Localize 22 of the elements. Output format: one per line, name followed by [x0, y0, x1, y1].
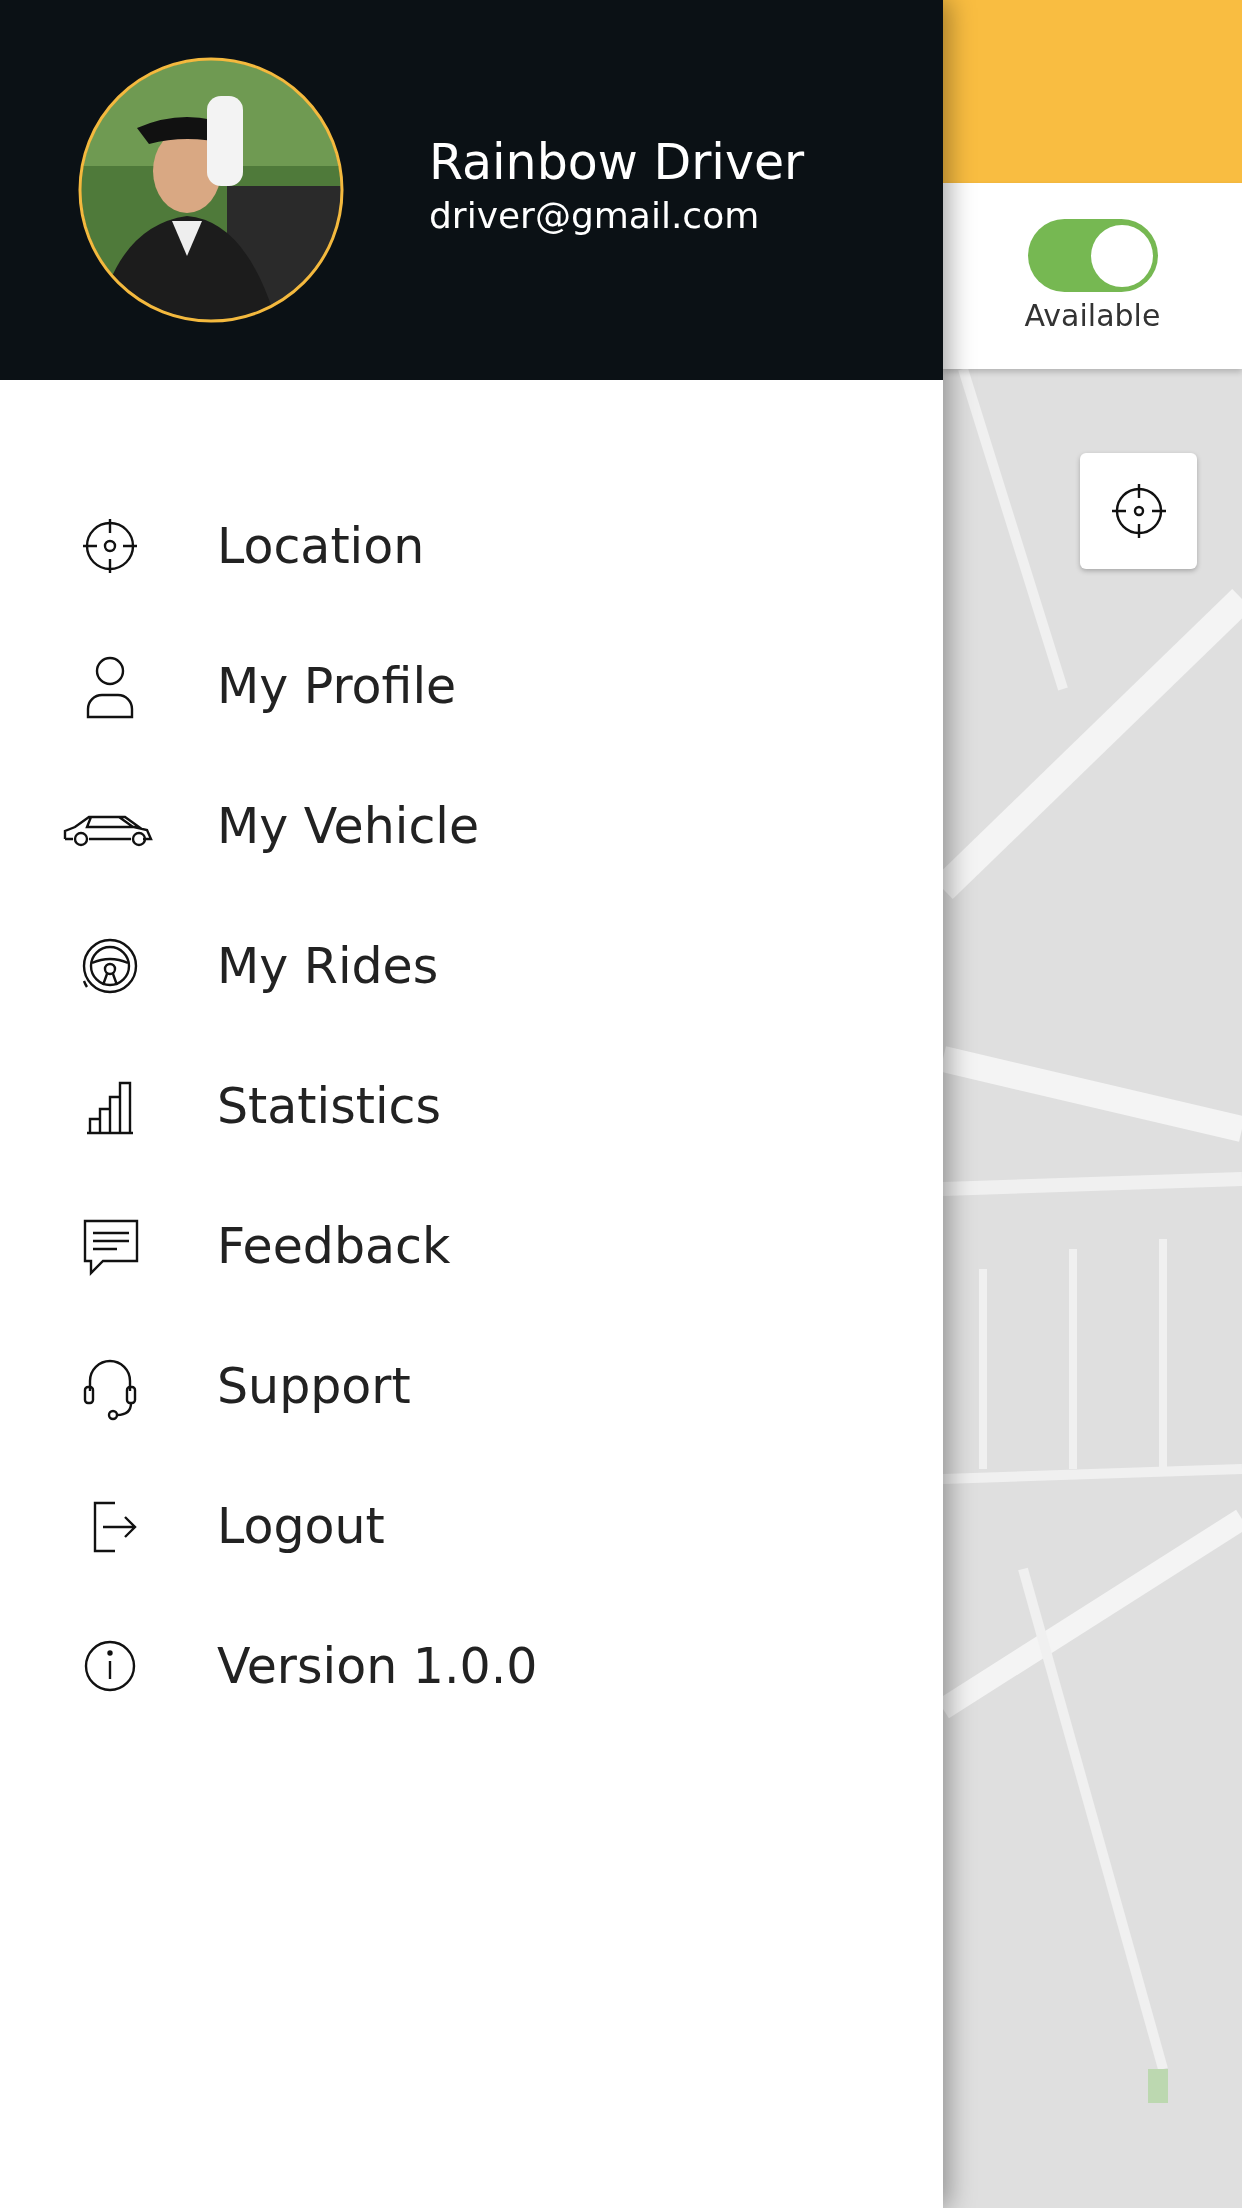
availability-label: Available	[1024, 298, 1161, 333]
menu-label: Location	[217, 517, 425, 575]
menu-item[interactable]: Statistics	[0, 1036, 943, 1176]
menu-item[interactable]: Logout	[0, 1456, 943, 1596]
menu-label: Support	[217, 1357, 411, 1415]
menu-label: My Profile	[217, 657, 457, 715]
menu-item[interactable]: Version 1.0.0	[0, 1596, 943, 1736]
menu-item[interactable]: My Profile	[0, 616, 943, 756]
menu-item[interactable]: Location	[0, 476, 943, 616]
menu-item[interactable]: Support	[0, 1316, 943, 1456]
menu-label: Statistics	[217, 1077, 441, 1135]
menu-item[interactable]: My Vehicle	[0, 756, 943, 896]
menu-item[interactable]: My Rides	[0, 896, 943, 1036]
menu-label: My Rides	[217, 937, 439, 995]
menu-label: My Vehicle	[217, 797, 480, 855]
menu-item[interactable]: Feedback	[0, 1176, 943, 1316]
driver-name: Rainbow Driver	[429, 134, 805, 191]
menu-label: Logout	[217, 1497, 385, 1555]
menu-label: Version 1.0.0	[217, 1637, 538, 1695]
driver-email: driver@gmail.com	[429, 195, 761, 236]
menu-label: Feedback	[217, 1217, 451, 1275]
locate-button[interactable]	[1080, 453, 1197, 569]
